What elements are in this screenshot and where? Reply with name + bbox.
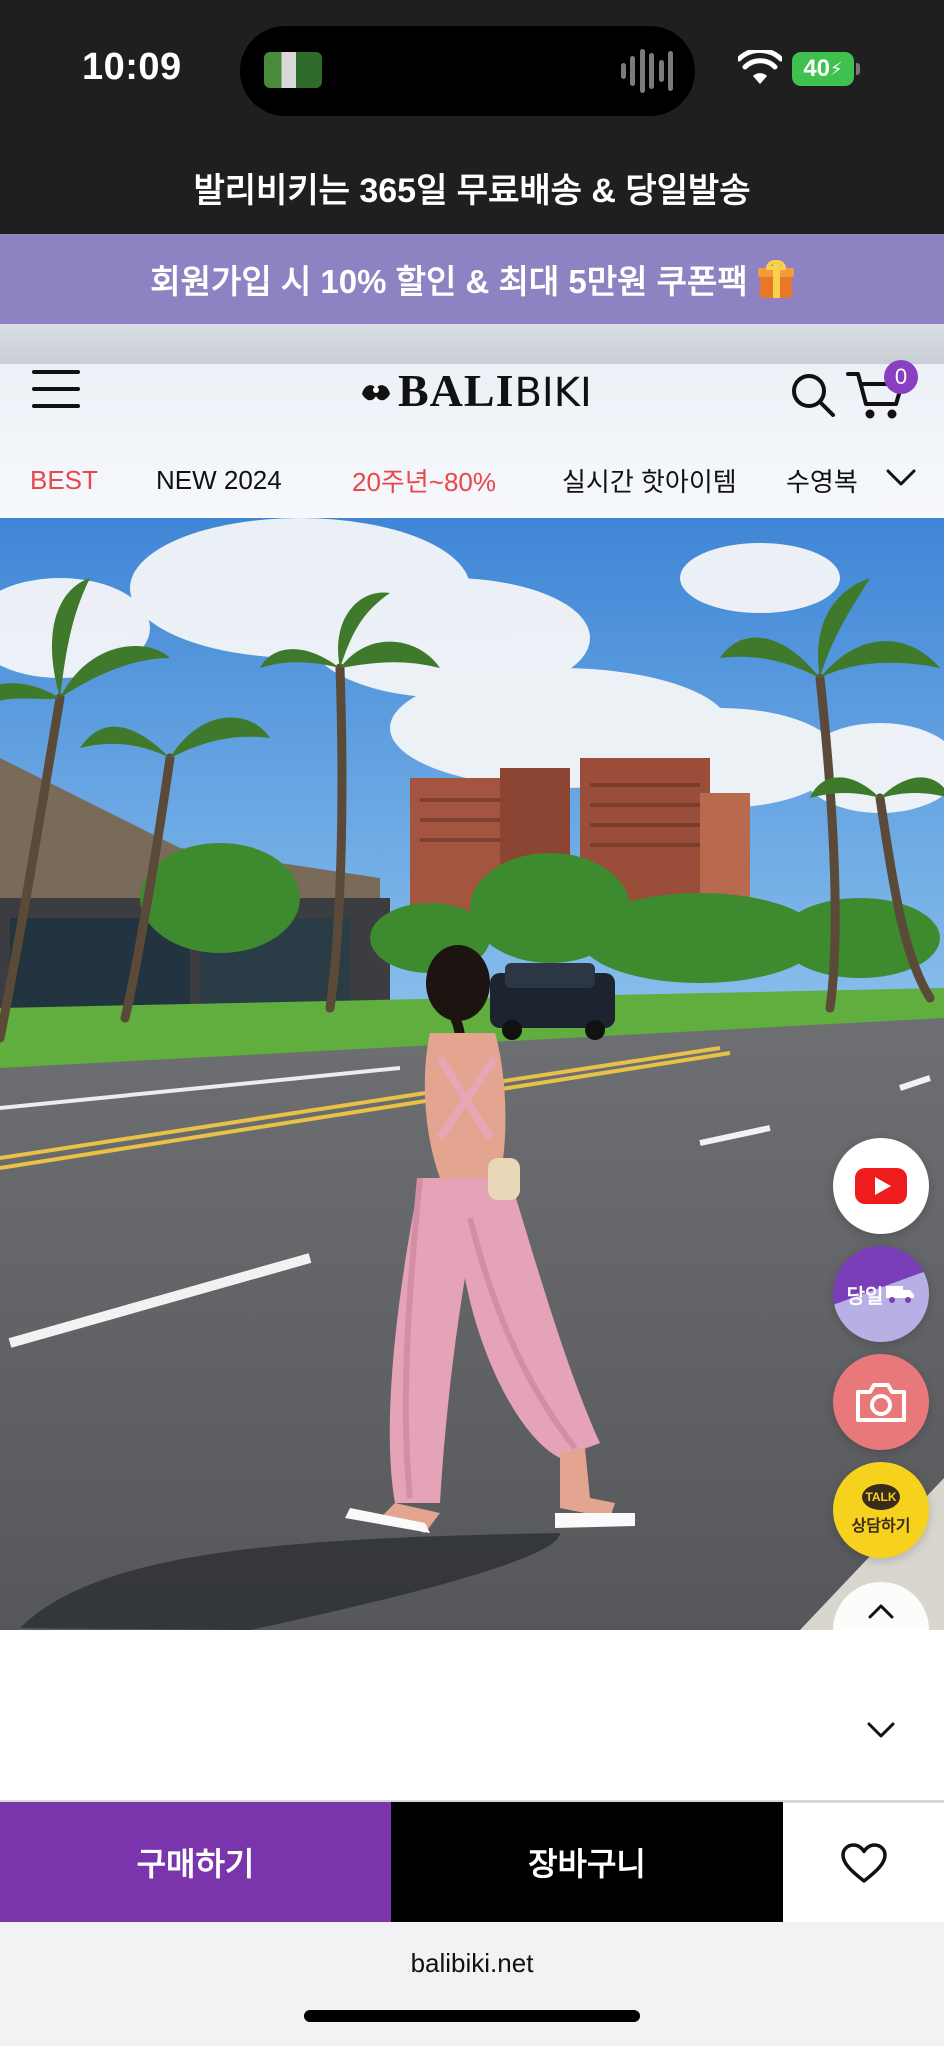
menu-icon[interactable]: [32, 368, 80, 410]
wishlist-button[interactable]: [783, 1802, 944, 1922]
nav-item-best[interactable]: BEST: [30, 450, 98, 510]
nav-item-new-2024[interactable]: NEW 2024: [156, 450, 282, 510]
same-day-label: 당일: [846, 1285, 884, 1308]
status-time: 10:09: [82, 46, 182, 88]
photo-review-button[interactable]: [833, 1354, 929, 1450]
youtube-button[interactable]: [833, 1138, 929, 1234]
nav-item-hot-items[interactable]: 실시간 핫아이템: [562, 450, 737, 510]
battery-icon: 40 ⚡: [792, 52, 854, 86]
shipping-banner[interactable]: 발리비키는 365일 무료배송 & 당일발송: [0, 140, 944, 234]
logo-wordmark: BALIBIKI: [398, 365, 592, 417]
browser-address-bar: [0, 1922, 944, 2046]
chevron-down-icon[interactable]: [864, 1720, 898, 1742]
add-to-cart-button[interactable]: 장바구니: [391, 1802, 783, 1922]
search-icon[interactable]: [790, 372, 836, 418]
camera-icon: [856, 1383, 906, 1422]
heart-icon: [840, 1842, 887, 1883]
category-nav: BEST NEW 2024 20주년~80% 실시간 핫아이템 수영복: [0, 450, 944, 510]
consult-label: 상담하기: [851, 1518, 911, 1535]
home-indicator[interactable]: [304, 2010, 640, 2022]
buy-now-button[interactable]: 구매하기: [0, 1802, 391, 1922]
same-day-shipping-button[interactable]: 당일: [833, 1246, 929, 1342]
header-backdrop: [0, 324, 944, 364]
nav-item-anniversary-sale[interactable]: 20주년~80%: [352, 450, 496, 510]
chevron-down-icon[interactable]: [884, 460, 918, 494]
promo-text: 회원가입 시 10% 할인 & 최대 5만원 쿠폰팩: [150, 263, 748, 300]
nav-item-swimwear[interactable]: 수영복: [786, 450, 858, 510]
battery-tip: [856, 63, 860, 75]
talk-bubble-icon: TALK: [862, 1484, 900, 1510]
product-hero-image[interactable]: [0, 518, 944, 1630]
dynamic-island: [240, 26, 695, 116]
youtube-icon: [855, 1168, 907, 1204]
kakao-talk-consult-button[interactable]: TALK 상담하기: [833, 1462, 929, 1558]
truck-icon: [886, 1286, 915, 1303]
wifi-icon: [738, 50, 782, 84]
audio-waveform-icon: [621, 48, 673, 94]
chevron-up-icon: [868, 1604, 894, 1619]
gift-icon: [757, 260, 794, 298]
media-thumbnail-icon: [264, 52, 322, 88]
bikini-logo-icon: [362, 385, 390, 401]
battery-level: 40: [803, 55, 831, 82]
site-logo[interactable]: BALIBIKI: [358, 365, 592, 417]
signup-promo-banner[interactable]: 회원가입 시 10% 할인 & 최대 5만원 쿠폰팩: [0, 234, 944, 324]
cart-count-badge: 0: [884, 360, 918, 394]
address-url[interactable]: balibiki.net: [0, 1948, 944, 1979]
